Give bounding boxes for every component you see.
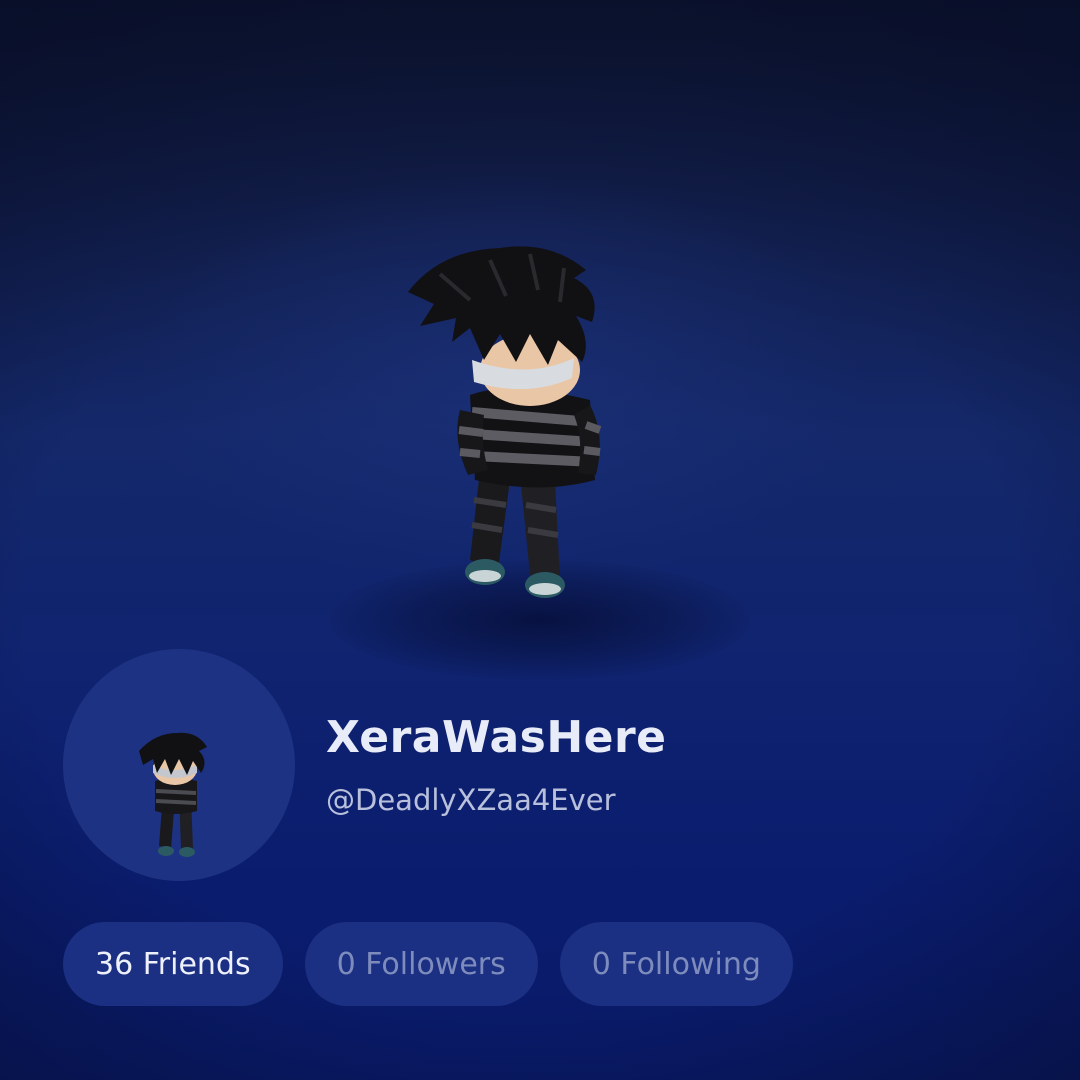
avatar-headshot-icon	[139, 732, 207, 857]
friends-button[interactable]: 36 Friends	[63, 922, 283, 1006]
avatar-figure	[408, 246, 602, 598]
profile-stats: 36 Friends 0 Followers 0 Following	[63, 922, 793, 1006]
following-button[interactable]: 0 Following	[559, 922, 793, 1006]
display-name: XeraWasHere	[326, 712, 667, 763]
profile-screen: XeraWasHere @DeadlyXZaa4Ever 36 Friends …	[0, 0, 1080, 1080]
avatar-headshot[interactable]	[63, 649, 295, 881]
username: @DeadlyXZaa4Ever	[326, 783, 616, 817]
followers-button[interactable]: 0 Followers	[304, 922, 538, 1006]
avatar-full-body-icon[interactable]	[360, 230, 660, 630]
